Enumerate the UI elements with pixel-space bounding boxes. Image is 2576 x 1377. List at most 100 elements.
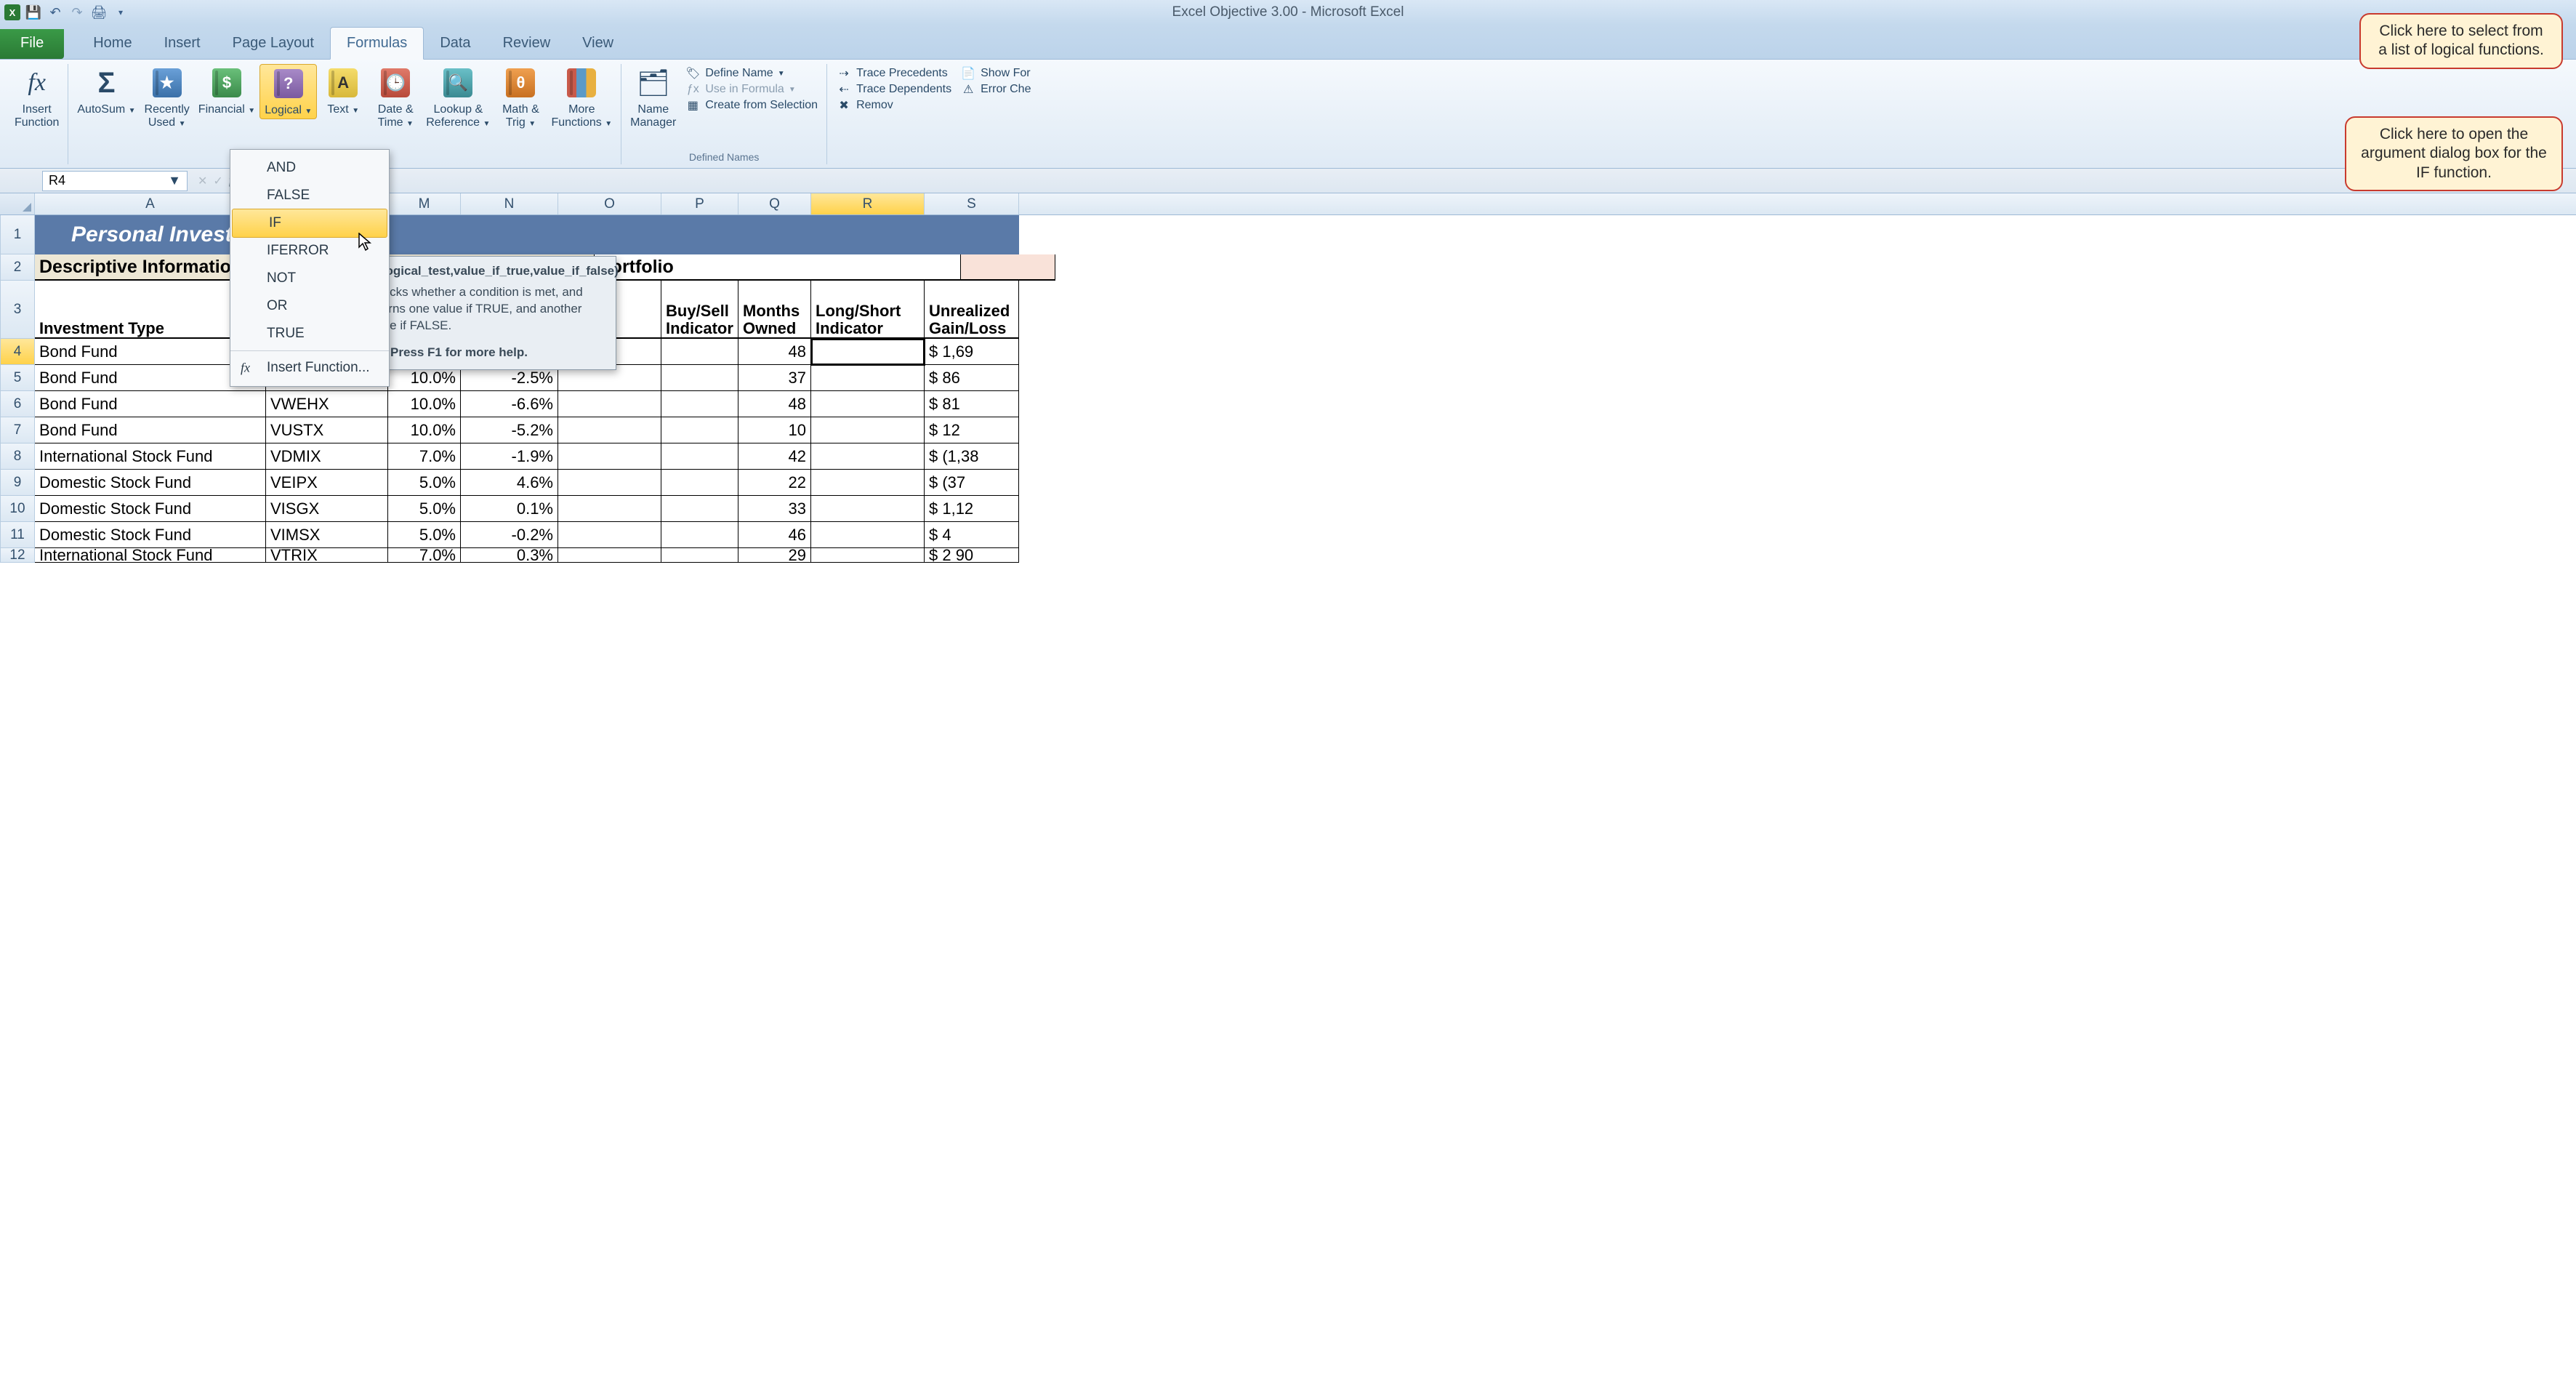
tab-home[interactable]: Home [77,28,148,59]
insert-function-button[interactable]: fxInsert Function [10,64,63,130]
cell[interactable]: 7.0% [388,548,461,563]
cell[interactable]: VWEHX [266,391,388,417]
row-header-3[interactable]: 3 [0,281,35,339]
cell[interactable]: $ 1,12 [925,496,1019,522]
row-header-9[interactable]: 9 [0,470,35,496]
tab-page-layout[interactable]: Page Layout [217,28,330,59]
financial-button[interactable]: $Financial ▼ [194,64,259,118]
cell[interactable]: VDMIX [266,443,388,470]
cell[interactable]: $ 1,69 [925,339,1019,365]
cell[interactable]: International Stock Fund [35,548,266,563]
header-buy-sell[interactable]: Buy/Sell Indicator [661,281,738,339]
cell[interactable]: $ (37 [925,470,1019,496]
header-long-short[interactable]: Long/Short Indicator [811,281,925,339]
title-cell[interactable]: Personal Investment Portfolio [35,215,1019,254]
save-icon[interactable]: 💾 [25,4,42,21]
col-header-Q[interactable]: Q [738,193,811,214]
error-checking-button[interactable]: ⚠Error Che [960,83,1031,96]
row-header-11[interactable]: 11 [0,522,35,548]
cell[interactable]: -1.9% [461,443,558,470]
cell[interactable]: 37 [738,365,811,391]
cell[interactable] [558,522,661,548]
menu-item-if[interactable]: IF [232,209,387,238]
header-months-owned[interactable]: Months Owned [738,281,811,339]
cell[interactable]: $ 81 [925,391,1019,417]
cell[interactable]: 48 [738,391,811,417]
menu-item-iferror[interactable]: IFERROR [230,237,389,265]
name-box[interactable]: R4▼ [42,171,188,191]
cell[interactable]: Domestic Stock Fund [35,470,266,496]
cell[interactable] [661,470,738,496]
cell[interactable]: 7.0% [388,443,461,470]
autosum-button[interactable]: ΣAutoSum ▼ [73,64,140,118]
cancel-icon[interactable]: ✕ [198,174,207,188]
col-header-R[interactable]: R [811,193,925,214]
cell[interactable] [661,522,738,548]
cell[interactable] [661,339,738,365]
cell[interactable]: Domestic Stock Fund [35,496,266,522]
text-button[interactable]: AText ▼ [317,64,369,118]
row-header-8[interactable]: 8 [0,443,35,470]
row-header-10[interactable]: 10 [0,496,35,522]
create-from-selection-button[interactable]: ▦Create from Selection [685,99,818,112]
cell[interactable]: VTRIX [266,548,388,563]
cell[interactable]: -6.6% [461,391,558,417]
cell[interactable] [558,443,661,470]
row-header-6[interactable]: 6 [0,391,35,417]
cell[interactable]: 5.0% [388,470,461,496]
more-functions-button[interactable]: More Functions ▼ [547,64,616,130]
cell[interactable] [811,548,925,563]
row-header-2[interactable]: 2 [0,254,35,281]
use-in-formula-button[interactable]: ƒxUse in Formula ▼ [685,83,818,96]
cell[interactable]: 4.6% [461,470,558,496]
cell[interactable]: Bond Fund [35,391,266,417]
cell-S2[interactable] [961,254,1055,281]
lookup-button[interactable]: 🔍Lookup & Reference ▼ [422,64,494,130]
cell[interactable]: Domestic Stock Fund [35,522,266,548]
cell[interactable]: International Stock Fund [35,443,266,470]
cell[interactable]: 5.0% [388,496,461,522]
cell[interactable]: 10.0% [388,391,461,417]
tab-insert[interactable]: Insert [148,28,217,59]
row-header-4[interactable]: 4 [0,339,35,365]
col-header-M[interactable]: M [388,193,461,214]
col-header-P[interactable]: P [661,193,738,214]
cell[interactable]: 10 [738,417,811,443]
math-trig-button[interactable]: θMath & Trig ▼ [494,64,547,130]
qat-customize-icon[interactable]: ▾ [112,4,129,21]
section-header-portfolio[interactable]: Portfolio [595,254,961,281]
cell[interactable] [661,443,738,470]
tab-review[interactable]: Review [487,28,567,59]
cell[interactable]: 0.3% [461,548,558,563]
row-header-12[interactable]: 12 [0,548,35,563]
date-time-button[interactable]: 🕒Date & Time ▼ [369,64,422,130]
cell[interactable] [661,548,738,563]
name-manager-button[interactable]: 🗂Name Manager [626,64,680,130]
cell[interactable] [661,365,738,391]
enter-icon[interactable]: ✓ [213,174,222,188]
recently-used-button[interactable]: ★Recently Used ▼ [140,64,194,130]
cell[interactable] [811,339,925,365]
define-name-button[interactable]: 🏷Define Name ▼ [685,67,818,80]
cell[interactable] [558,470,661,496]
menu-item-not[interactable]: NOT [230,265,389,292]
cell[interactable]: VEIPX [266,470,388,496]
tab-view[interactable]: View [566,28,629,59]
col-header-O[interactable]: O [558,193,661,214]
menu-item-or[interactable]: OR [230,292,389,320]
show-formulas-button[interactable]: 📄Show For [960,67,1031,80]
menu-item-true[interactable]: TRUE [230,320,389,348]
logical-button[interactable]: ?Logical ▼ [259,64,317,119]
row-header-7[interactable]: 7 [0,417,35,443]
cell[interactable]: -0.2% [461,522,558,548]
cell[interactable] [558,391,661,417]
remove-arrows-button[interactable]: ✖Remov [836,99,951,112]
menu-item-and[interactable]: AND [230,154,389,182]
cell[interactable] [811,443,925,470]
tab-file[interactable]: File [0,29,64,59]
trace-dependents-button[interactable]: ⇠Trace Dependents [836,83,951,96]
cell[interactable] [661,391,738,417]
cell[interactable] [661,496,738,522]
cell[interactable] [811,391,925,417]
cell[interactable]: $ 4 [925,522,1019,548]
